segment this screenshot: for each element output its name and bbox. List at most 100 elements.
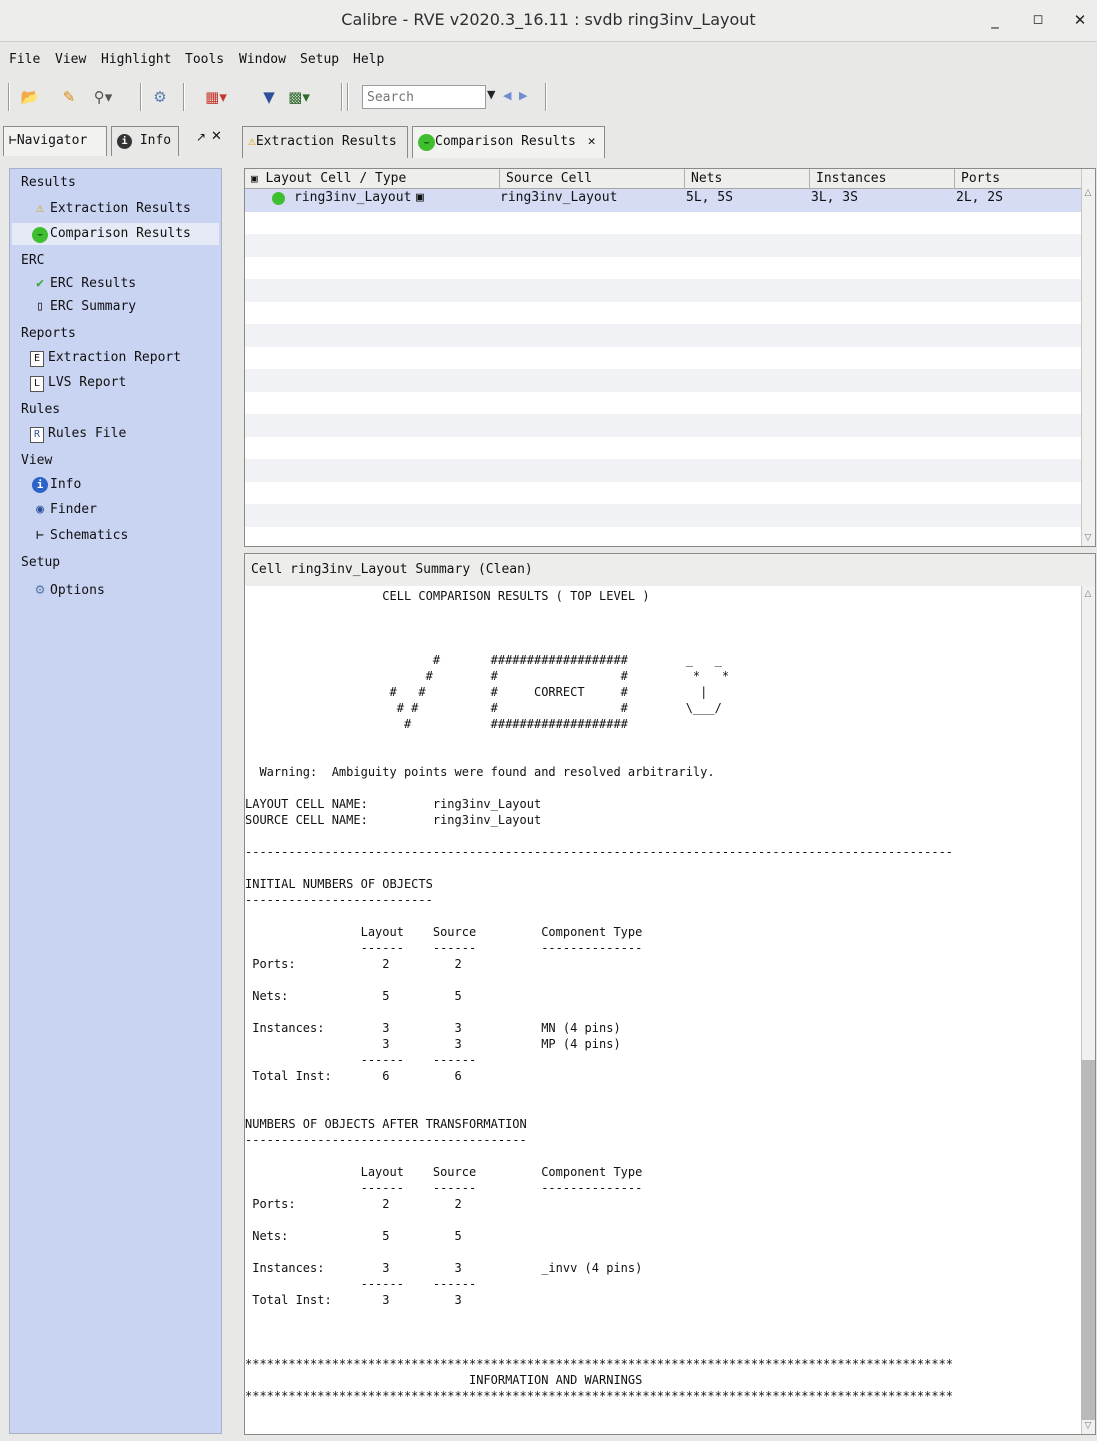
- status-ok-icon: [272, 192, 285, 209]
- menu-tools[interactable]: Tools: [185, 52, 224, 67]
- report-text: CELL COMPARISON RESULTS ( TOP LEVEL ) # …: [245, 589, 954, 1403]
- menu-view[interactable]: View: [55, 52, 86, 67]
- zoom-icon[interactable]: ⚲▾: [90, 84, 116, 110]
- document-icon: ▯: [36, 299, 44, 314]
- col-label: Layout Cell / Type: [265, 171, 407, 186]
- comparison-report: CELL COMPARISON RESULTS ( TOP LEVEL ) # …: [245, 586, 1081, 1434]
- hierarchy-icon[interactable]: ▩▾: [286, 84, 312, 110]
- nav-item-options[interactable]: ⚙ Options: [30, 578, 104, 600]
- toolbar-separator: [347, 83, 348, 111]
- tab-label: Comparison Results: [435, 134, 576, 149]
- summary-scrollbar[interactable]: △ ▽: [1081, 586, 1095, 1434]
- cell-source: ring3inv_Layout: [500, 190, 618, 205]
- highlight-pen-icon[interactable]: ✎: [56, 84, 82, 110]
- nav-item-finder[interactable]: ◉ Finder: [30, 499, 97, 521]
- table-row-empty: [245, 302, 1081, 325]
- tab-navigator-label: Navigator: [16, 133, 88, 148]
- col-instances[interactable]: Instances: [810, 169, 955, 189]
- schematic-link-icon[interactable]: ▣: [416, 190, 424, 205]
- cell-summary-panel: Cell ring3inv_Layout Summary (Clean) CEL…: [244, 553, 1096, 1435]
- menu-highlight[interactable]: Highlight: [101, 52, 171, 67]
- col-ports[interactable]: Ports: [955, 169, 1081, 189]
- search-input[interactable]: [362, 85, 486, 109]
- scroll-thumb[interactable]: [1081, 1060, 1095, 1420]
- settings-gear-icon[interactable]: ⚙: [147, 84, 173, 110]
- extraction-warning-icon: ⚠: [36, 201, 44, 216]
- scroll-up-icon[interactable]: △: [1082, 187, 1094, 199]
- col-source-cell[interactable]: Source Cell: [500, 169, 685, 189]
- float-pane-icon[interactable]: ↗: [196, 130, 206, 144]
- menu-help[interactable]: Help: [353, 52, 384, 67]
- table-row[interactable]: ring3inv_Layout ▣ ring3inv_Layout 5L, 5S…: [245, 189, 1081, 212]
- nav-section-erc: ERC: [21, 253, 45, 268]
- tab-extraction-results[interactable]: ⚠Extraction Results: [242, 126, 408, 158]
- toolbar-separator: [8, 83, 9, 111]
- nav-item-erc-summary[interactable]: ▯ ERC Summary: [30, 296, 136, 318]
- scroll-up-icon[interactable]: △: [1082, 588, 1094, 600]
- nav-item-erc-results[interactable]: ✔ ERC Results: [30, 273, 136, 295]
- scroll-down-icon[interactable]: ▽: [1082, 532, 1094, 544]
- nav-item-label: Info: [50, 477, 82, 492]
- summary-header: Cell ring3inv_Layout Summary (Clean): [245, 554, 1095, 586]
- search-dropdown-icon[interactable]: ▼: [487, 88, 495, 101]
- nav-item-extraction-results[interactable]: ⚠ Extraction Results: [30, 198, 191, 220]
- nav-item-label: ERC Results: [50, 276, 137, 291]
- nav-item-info[interactable]: i Info: [30, 474, 81, 496]
- rules-file-icon: R: [30, 427, 44, 443]
- table-row-empty: [245, 459, 1081, 482]
- toolbar-separator: [341, 83, 342, 111]
- table-row-empty: [245, 369, 1081, 392]
- nav-item-comparison-results[interactable]: ⌣ Comparison Results: [12, 223, 219, 245]
- table-row-empty: [245, 234, 1081, 257]
- close-button[interactable]: ✕: [1069, 9, 1091, 31]
- table-row-empty: [245, 392, 1081, 415]
- nav-section-view: View: [21, 453, 53, 468]
- nav-item-extraction-report[interactable]: E Extraction Report: [30, 347, 181, 369]
- close-tab-icon[interactable]: ✕: [588, 134, 596, 149]
- col-nets[interactable]: Nets: [685, 169, 810, 189]
- tab-comparison-results[interactable]: ⌣ Comparison Results ✕: [412, 126, 605, 158]
- nav-item-label: Finder: [50, 502, 97, 517]
- table-row-empty: [245, 482, 1081, 505]
- menu-window[interactable]: Window: [239, 52, 286, 67]
- cell-instances: 3L, 3S: [811, 190, 858, 205]
- nav-item-label: LVS Report: [48, 375, 127, 390]
- filter-icon[interactable]: ▼: [256, 84, 282, 110]
- tab-info[interactable]: i Info: [111, 126, 179, 156]
- smiley-ok-icon: ⌣: [30, 223, 50, 245]
- nav-item-label: Schematics: [50, 528, 129, 543]
- navigator-panel: Results ⚠ Extraction Results ⌣ Comparison …: [9, 168, 222, 1434]
- table-row-empty: [245, 324, 1081, 347]
- table-row-empty: [245, 437, 1081, 460]
- nav-item-schematics[interactable]: ⊢ Schematics: [30, 525, 128, 547]
- layer-color-icon[interactable]: ▦▾: [203, 84, 229, 110]
- tab-navigator[interactable]: ⊢Navigator: [3, 126, 107, 156]
- col-layout-cell[interactable]: ▣ Layout Cell / Type: [245, 169, 500, 189]
- menu-file[interactable]: File: [9, 52, 40, 67]
- report-e-icon: E: [30, 351, 44, 367]
- scroll-down-icon[interactable]: ▽: [1082, 1420, 1094, 1432]
- close-pane-icon[interactable]: ✕: [211, 129, 222, 144]
- table-row-empty: [245, 257, 1081, 280]
- maximize-button[interactable]: ◻: [1027, 9, 1049, 31]
- search-next-icon[interactable]: ▶: [519, 89, 527, 102]
- table-scrollbar[interactable]: △ ▽: [1081, 169, 1095, 546]
- nav-section-setup: Setup: [21, 555, 61, 570]
- nav-item-label: ERC Summary: [50, 299, 137, 314]
- window-title: Calibre - RVE v2020.3_16.11 : svdb ring3…: [341, 10, 756, 29]
- nav-item-label: Extraction Report: [48, 350, 182, 365]
- search-previous-icon[interactable]: ◀: [503, 89, 511, 102]
- report-l-icon: L: [30, 376, 44, 392]
- cell-icon: ▣: [251, 172, 258, 185]
- nav-section-reports: Reports: [21, 326, 76, 341]
- minimize-button[interactable]: _: [984, 9, 1006, 31]
- menu-bar: File View Highlight Tools Window Setup H…: [0, 48, 1097, 74]
- menu-setup[interactable]: Setup: [300, 52, 339, 67]
- open-folder-icon[interactable]: 📂: [17, 84, 43, 110]
- title-bar: Calibre - RVE v2020.3_16.11 : svdb ring3…: [0, 0, 1097, 42]
- nav-item-lvs-report[interactable]: L LVS Report: [30, 372, 126, 394]
- nav-item-rules-file[interactable]: R Rules File: [30, 423, 126, 445]
- toolbar-separator: [140, 83, 141, 111]
- gear-icon: ⚙: [35, 580, 45, 598]
- table-row-empty: [245, 279, 1081, 302]
